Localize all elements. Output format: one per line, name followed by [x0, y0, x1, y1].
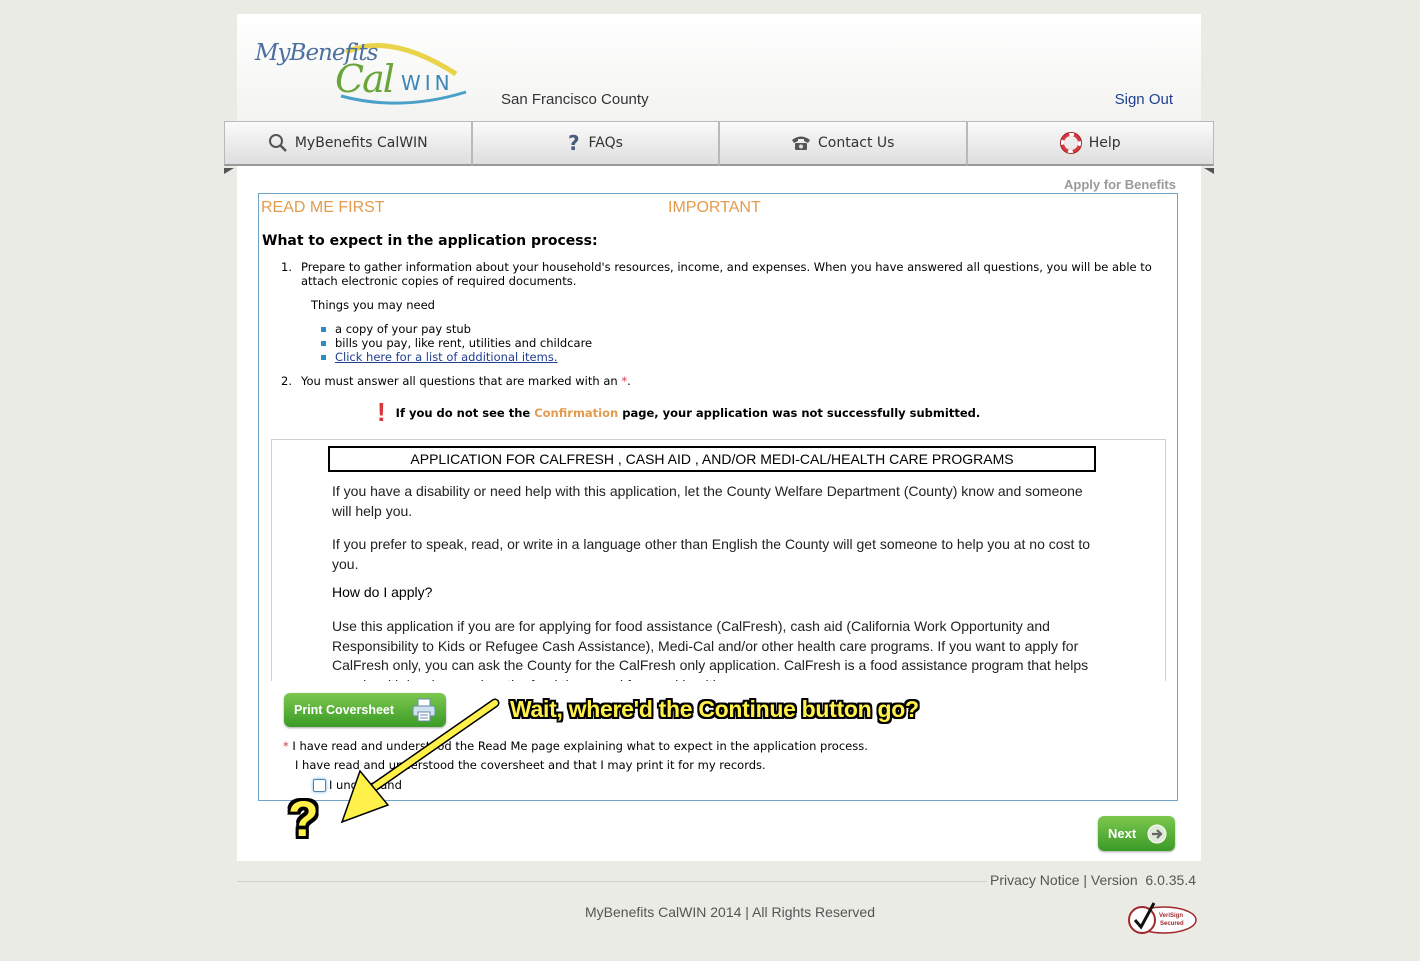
version-label: Version — [1090, 872, 1138, 888]
breadcrumb: Apply for Benefits — [1064, 177, 1176, 192]
disability-paragraph: If you have a disability or need help wi… — [332, 483, 1083, 519]
next-label: Next — [1108, 826, 1137, 841]
logo[interactable]: MyBenefits Cal WIN — [251, 34, 491, 114]
nav-label: Help — [1088, 135, 1121, 151]
header: MyBenefits Cal WIN San Francisco County … — [237, 14, 1201, 122]
question-icon: ? — [568, 133, 582, 153]
step-period: . — [627, 374, 631, 388]
warning-post: page, your application was not successfu… — [618, 405, 981, 420]
nav-mybenefits[interactable]: MyBenefits CalWIN — [224, 121, 472, 166]
warning-text: If you do not see the Confirmation page,… — [396, 406, 981, 420]
footer-links: Privacy Notice | Version 6.0.35.4 — [990, 872, 1196, 888]
use-application-paragraph: Use this application if you are for appl… — [332, 618, 1089, 681]
additional-items-link[interactable]: Click here for a list of additional item… — [335, 350, 557, 364]
what-to-expect-heading: What to expect in the application proces… — [262, 233, 598, 249]
confirmation-warning: ! If you do not see the Confirmation pag… — [377, 397, 980, 428]
main-nav: MyBenefits CalWIN ? FAQs Contact Us Help — [224, 121, 1214, 168]
language-paragraph: If you prefer to speak, read, or write i… — [332, 536, 1091, 572]
seal-line-2: Secured — [1160, 921, 1184, 927]
search-icon — [268, 133, 288, 153]
footer-divider — [237, 881, 987, 882]
lifebuoy-icon — [1059, 132, 1082, 154]
copyright: MyBenefits CalWIN 2014 | All Rights Rese… — [585, 904, 875, 920]
step-text: Prepare to gather information about your… — [301, 260, 1152, 288]
nav-label: FAQs — [588, 135, 623, 151]
step-1: 1. Prepare to gather information about y… — [281, 260, 1161, 288]
seal-line-1: VeriSign — [1159, 913, 1184, 919]
mybenefits-calwin-logo-icon: MyBenefits Cal WIN — [254, 40, 467, 105]
sign-out-link[interactable]: Sign Out — [1115, 91, 1173, 108]
required-asterisk: * — [283, 739, 289, 753]
annotation-arrow-icon — [340, 698, 500, 824]
read-me-first-heading: READ ME FIRST — [261, 199, 385, 216]
step-text: You must answer all questions that are m… — [301, 374, 631, 388]
nav-fold-left — [224, 168, 234, 174]
warning-pre: If you do not see the — [395, 405, 535, 420]
privacy-notice-link[interactable]: Privacy Notice — [990, 872, 1079, 888]
svg-text:WIN: WIN — [401, 71, 454, 95]
footer-separator: | — [1083, 872, 1088, 888]
important-heading: IMPORTANT — [668, 199, 761, 216]
next-button[interactable]: Next — [1098, 816, 1175, 851]
nav-help[interactable]: Help — [966, 121, 1214, 166]
how-do-i-apply-heading: How do I apply? — [332, 584, 433, 600]
things-list: a copy of your pay stub bills you pay, l… — [321, 322, 592, 364]
nav-label: MyBenefits CalWIN — [294, 135, 428, 151]
nav-fold-right — [1204, 168, 1214, 174]
warning-highlight: Confirmation — [534, 405, 619, 420]
list-item: Click here for a list of additional item… — [321, 350, 592, 364]
nav-contact-us[interactable]: Contact Us — [719, 121, 967, 166]
step-text-body: You must answer all questions that are m… — [301, 374, 618, 388]
step-number: 1. — [281, 260, 292, 274]
svg-text:?: ? — [568, 133, 580, 153]
exclamation-icon: ! — [377, 397, 386, 427]
verisign-seal[interactable]: VeriSign Secured — [1126, 900, 1198, 940]
things-label: Things you may need — [311, 298, 435, 312]
application-title: APPLICATION FOR CALFRESH , CASH AID , AN… — [328, 446, 1096, 472]
telephone-icon — [791, 135, 811, 151]
annotation-callout: Wait, where'd the Continue button go? — [510, 696, 919, 722]
arrow-right-icon — [1147, 824, 1167, 847]
nav-label: Contact Us — [818, 135, 895, 151]
step-number: 2. — [281, 374, 292, 388]
step-2: 2. You must answer all questions that ar… — [281, 374, 631, 388]
application-document-frame[interactable]: APPLICATION FOR CALFRESH , CASH AID , AN… — [271, 439, 1166, 681]
list-item: bills you pay, like rent, utilities and … — [321, 336, 592, 350]
nav-faqs[interactable]: ? FAQs — [471, 121, 719, 166]
county-name: San Francisco County — [501, 91, 649, 108]
version-number: 6.0.35.4 — [1145, 872, 1196, 888]
list-item: a copy of your pay stub — [321, 322, 592, 336]
svg-text:Cal: Cal — [335, 57, 394, 101]
annotation-question-mark: ? — [288, 791, 319, 847]
